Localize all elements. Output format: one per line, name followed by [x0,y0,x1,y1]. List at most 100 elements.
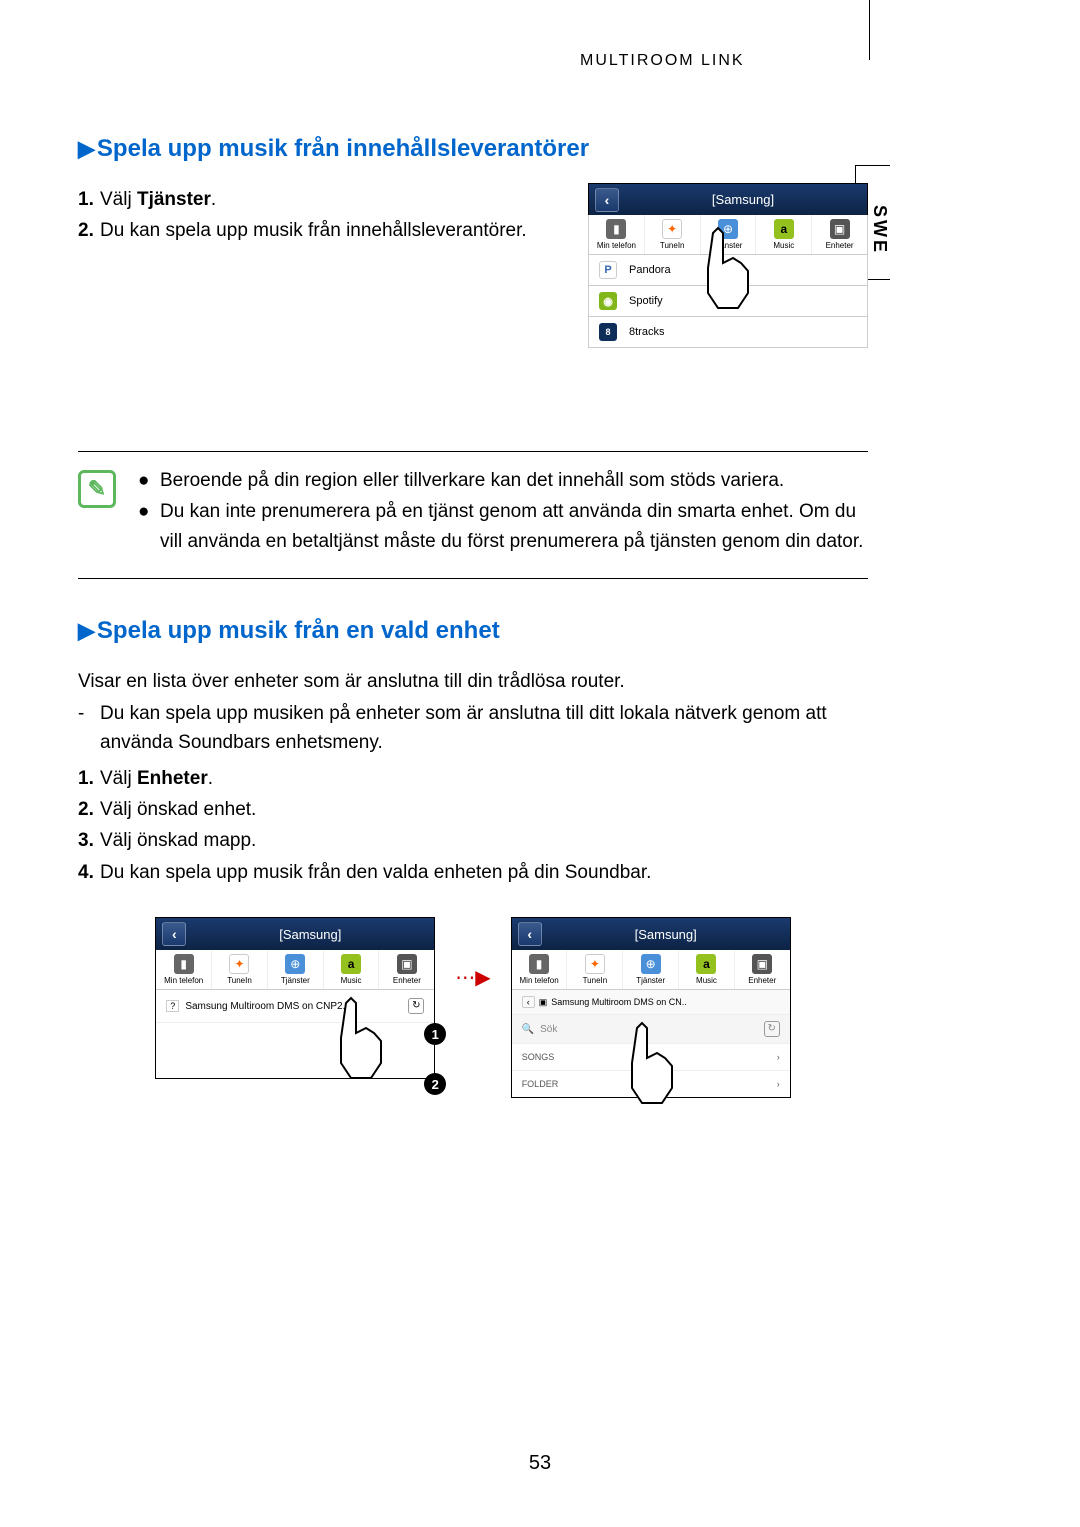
refresh-icon: ↻ [408,998,424,1014]
section2-heading: ▶Spela upp musik från en vald enhet [78,617,868,645]
screenshot-title: [Samsung] [548,927,784,942]
nav-item: ⊕Tjänster [268,950,324,989]
section2-heading-text: Spela upp musik från en vald enhet [97,617,500,644]
step-text: Välj Enheter. [100,768,213,789]
step-number: 3. [78,826,94,855]
step-number: 1. [78,764,94,793]
nav-row: ▮Min telefon ✦TuneIn ⊕Tjänster aMusic ▣E… [512,950,790,990]
tunein-icon: ✦ [585,954,605,974]
step-number: 2. [78,216,94,245]
nav-item: ▣Enheter [735,950,790,989]
callout-2: 2 [424,1073,446,1095]
header-section-label: Multiroom Link [580,52,745,70]
nav-item: ▣Enheter [812,215,867,254]
speaker-icon: ▣ [397,954,417,974]
device-list-row: ? Samsung Multiroom DMS on CNP2... ↻ [156,990,434,1023]
callout-1: 1 [424,1023,446,1045]
note-item: ●Beroende på din region eller tillverkar… [138,466,868,495]
bullet-icon: ● [138,466,149,495]
refresh-icon: ↻ [764,1021,780,1037]
section2-step-1: 1. Välj Enheter. [100,764,868,793]
folder-folder: FOLDER› [512,1070,790,1097]
note-item: ●Du kan inte prenumerera på en tjänst ge… [138,497,868,556]
chevron-right-icon: › [777,1052,780,1062]
header-divider [869,0,870,60]
play-arrow-icon: ▶ [78,618,95,643]
step-number: 1. [78,185,94,214]
step-number: 4. [78,858,94,887]
step-text: Du kan spela upp musik från innehållslev… [100,220,527,241]
screenshot-header: ‹ [Samsung] [156,918,434,950]
note-box: ✎ ●Beroende på din region eller tillverk… [78,451,868,579]
step-text: Välj Tjänster. [100,189,216,210]
nav-item: ▮Min telefon [512,950,568,989]
search-row: 🔍 Sök ↻ [512,1015,790,1043]
section2-intro: Visar en lista över enheter som är anslu… [78,667,868,696]
amazon-icon: a [696,954,716,974]
spotify-icon: ◉ [599,292,617,310]
section1-heading-text: Spela upp musik från innehållsleverantör… [97,135,589,162]
section1-step-2: 2. Du kan spela upp musik från innehålls… [100,216,538,245]
nav-item: ⊕Tjänster [701,215,757,254]
phone-icon: ▮ [174,954,194,974]
nav-item: aMusic [679,950,735,989]
section2-step-4: 4. Du kan spela upp musik från den valda… [100,858,868,887]
8tracks-icon: 8 [599,323,617,341]
bullet-icon: ● [138,497,149,526]
pandora-icon: P [599,261,617,279]
page-number: 53 [0,1452,1080,1475]
step-number: 2. [78,795,94,824]
nav-item: aMusic [324,950,380,989]
screenshot-devices-2: ‹ [Samsung] ▮Min telefon ✦TuneIn ⊕Tjänst… [511,917,791,1098]
screenshot-header: ‹ [Samsung] [512,918,790,950]
service-spotify: ◉Spotify [588,286,868,317]
screenshot-header: ‹ [Samsung] [588,183,868,215]
flow-arrow-icon: ⋯▶ [455,965,490,990]
section2-dash-item: Du kan spela upp musiken på enheter som … [78,699,868,758]
service-pandora: PPandora [588,255,868,286]
back-icon: ‹ [595,188,619,212]
speaker-icon: ▣ [752,954,772,974]
amazon-icon: a [341,954,361,974]
back-icon: ‹ [162,922,186,946]
nav-row: ▮Min telefon ✦TuneIn ⊕Tjänster aMusic ▣E… [588,215,868,255]
back-icon: ‹ [518,922,542,946]
nav-item: ▮Min telefon [156,950,212,989]
chevron-right-icon: › [777,1079,780,1089]
globe-icon: ⊕ [641,954,661,974]
section1-heading: ▶Spela upp musik från innehållsleverantö… [78,135,868,163]
section1-step-1: 1. Välj Tjänster. [100,185,538,214]
globe-icon: ⊕ [285,954,305,974]
nav-item: ▮Min telefon [589,215,645,254]
phone-icon: ▮ [606,219,626,239]
speaker-icon: ▣ [830,219,850,239]
screenshot-devices-1: ‹ [Samsung] ▮Min telefon ✦TuneIn ⊕Tjänst… [155,917,435,1079]
globe-icon: ⊕ [718,219,738,239]
step-text: Välj önskad enhet. [100,799,256,820]
search-icon: 🔍 [522,1024,534,1035]
section2-step-3: 3. Välj önskad mapp. [100,826,868,855]
nav-item: ✦TuneIn [645,215,701,254]
crumb-back-icon: ‹ [522,996,535,1008]
play-arrow-icon: ▶ [78,136,95,161]
folder-icon: ▣ [539,997,548,1008]
step-text: Du kan spela upp musik från den valda en… [100,862,651,883]
note-icon: ✎ [78,470,116,508]
folder-songs: SONGS› [512,1043,790,1070]
screenshot-services: ‹ [Samsung] ▮Min telefon ✦TuneIn ⊕Tjänst… [588,183,868,348]
amazon-icon: a [774,219,794,239]
nav-item: ▣Enheter [379,950,434,989]
screenshot-title: [Samsung] [625,192,861,207]
service-8tracks: 88tracks [588,317,868,348]
breadcrumb-row: ‹ ▣ Samsung Multiroom DMS on CN.. [512,990,790,1015]
nav-row: ▮Min telefon ✦TuneIn ⊕Tjänster aMusic ▣E… [156,950,434,990]
nav-item: ⊕Tjänster [623,950,679,989]
section2-step-2: 2. Välj önskad enhet. [100,795,868,824]
screenshot-title: [Samsung] [192,927,428,942]
nav-item: aMusic [756,215,812,254]
phone-icon: ▮ [529,954,549,974]
tunein-icon: ✦ [229,954,249,974]
blank-area [156,1023,434,1078]
nav-item: ✦TuneIn [567,950,623,989]
nav-item: ✦TuneIn [212,950,268,989]
